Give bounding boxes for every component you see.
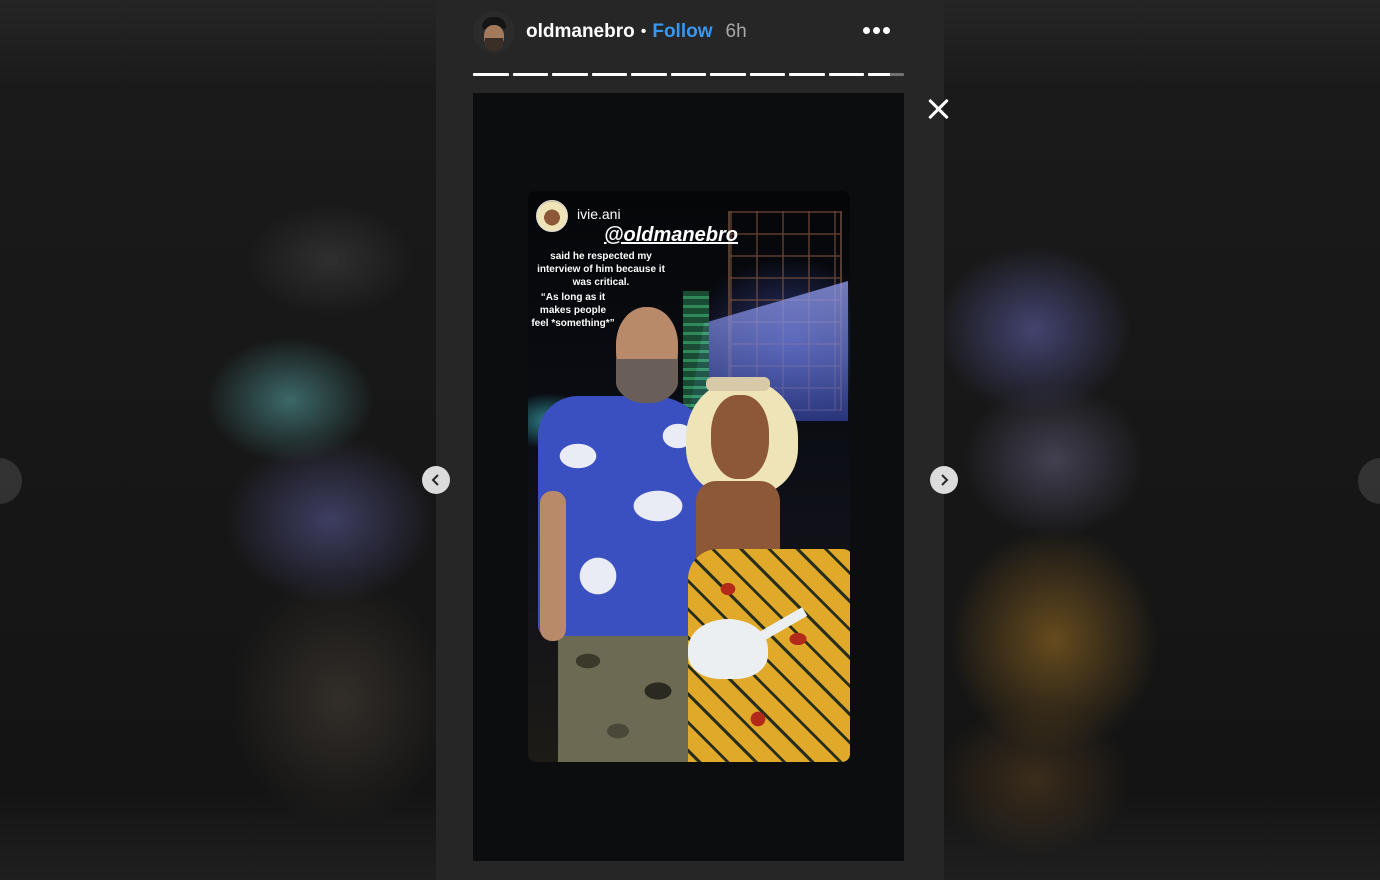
progress-segment-fill <box>512 73 549 76</box>
story-viewer: oldmanebro • Follow 6h ivie.ani @oldmane… <box>422 0 958 880</box>
chevron-right-icon <box>941 474 949 486</box>
more-dot <box>883 27 890 34</box>
man-camo-pants <box>558 631 708 762</box>
man-beard-front <box>616 359 678 401</box>
progress-segment <box>749 73 786 76</box>
progress-segment <box>591 73 628 76</box>
chevron-left-icon <box>431 474 439 486</box>
mention-username: ivie.ani <box>577 206 621 222</box>
progress-segment-fill <box>749 73 786 76</box>
previous-story-button[interactable] <box>422 466 450 494</box>
mention-tag[interactable]: @oldmanebro <box>604 224 738 247</box>
post-time: 6h <box>725 21 747 42</box>
woman-face <box>711 395 769 479</box>
close-icon[interactable] <box>926 96 952 122</box>
progress-segment <box>828 73 865 76</box>
username-link[interactable]: oldmanebro <box>526 21 635 43</box>
mention-avatar <box>536 200 568 232</box>
progress-segment-fill <box>473 73 509 76</box>
progress-segment <box>631 73 667 76</box>
next-story-peek[interactable] <box>1358 458 1380 504</box>
progress-segment <box>552 73 588 76</box>
progress-segment-fill <box>631 73 667 76</box>
progress-segment-fill <box>670 73 707 76</box>
progress-segment <box>473 73 509 76</box>
man-arm <box>540 491 566 641</box>
progress-segment <box>868 73 905 76</box>
separator-dot: • <box>640 23 647 40</box>
progress-segment <box>512 73 549 76</box>
follow-button[interactable]: Follow <box>652 21 712 43</box>
reshared-story-photo: ivie.ani @oldmanebro said he respected m… <box>528 191 850 762</box>
progress-segment <box>789 73 825 76</box>
more-dot <box>863 27 870 34</box>
story-quote-text: “As long as it makes people feel *someth… <box>531 292 615 329</box>
next-story-button[interactable] <box>930 466 958 494</box>
progress-segment-fill <box>828 73 865 76</box>
previous-story-peek[interactable] <box>0 458 22 504</box>
more-options-icon[interactable] <box>862 22 892 42</box>
story-progress-bar <box>473 73 905 76</box>
progress-segment <box>710 73 746 76</box>
avatar-beard <box>485 38 503 51</box>
progress-segment-fill <box>591 73 628 76</box>
story-caption-text: said he respected my interview of him be… <box>537 251 665 288</box>
woman-sunglasses <box>706 377 770 391</box>
progress-segment-fill <box>710 73 746 76</box>
progress-segment-fill <box>552 73 588 76</box>
blurred-previous-story[interactable] <box>0 0 436 880</box>
progress-segment-fill <box>789 73 825 76</box>
story-media[interactable]: ivie.ani @oldmanebro said he respected m… <box>473 93 904 861</box>
progress-segment-fill <box>868 73 890 76</box>
story-header: oldmanebro • Follow 6h <box>473 10 747 54</box>
more-dot <box>873 27 880 34</box>
progress-segment <box>670 73 707 76</box>
white-handbag <box>688 619 768 679</box>
blurred-next-story[interactable] <box>944 0 1380 880</box>
avatar[interactable] <box>473 11 515 53</box>
